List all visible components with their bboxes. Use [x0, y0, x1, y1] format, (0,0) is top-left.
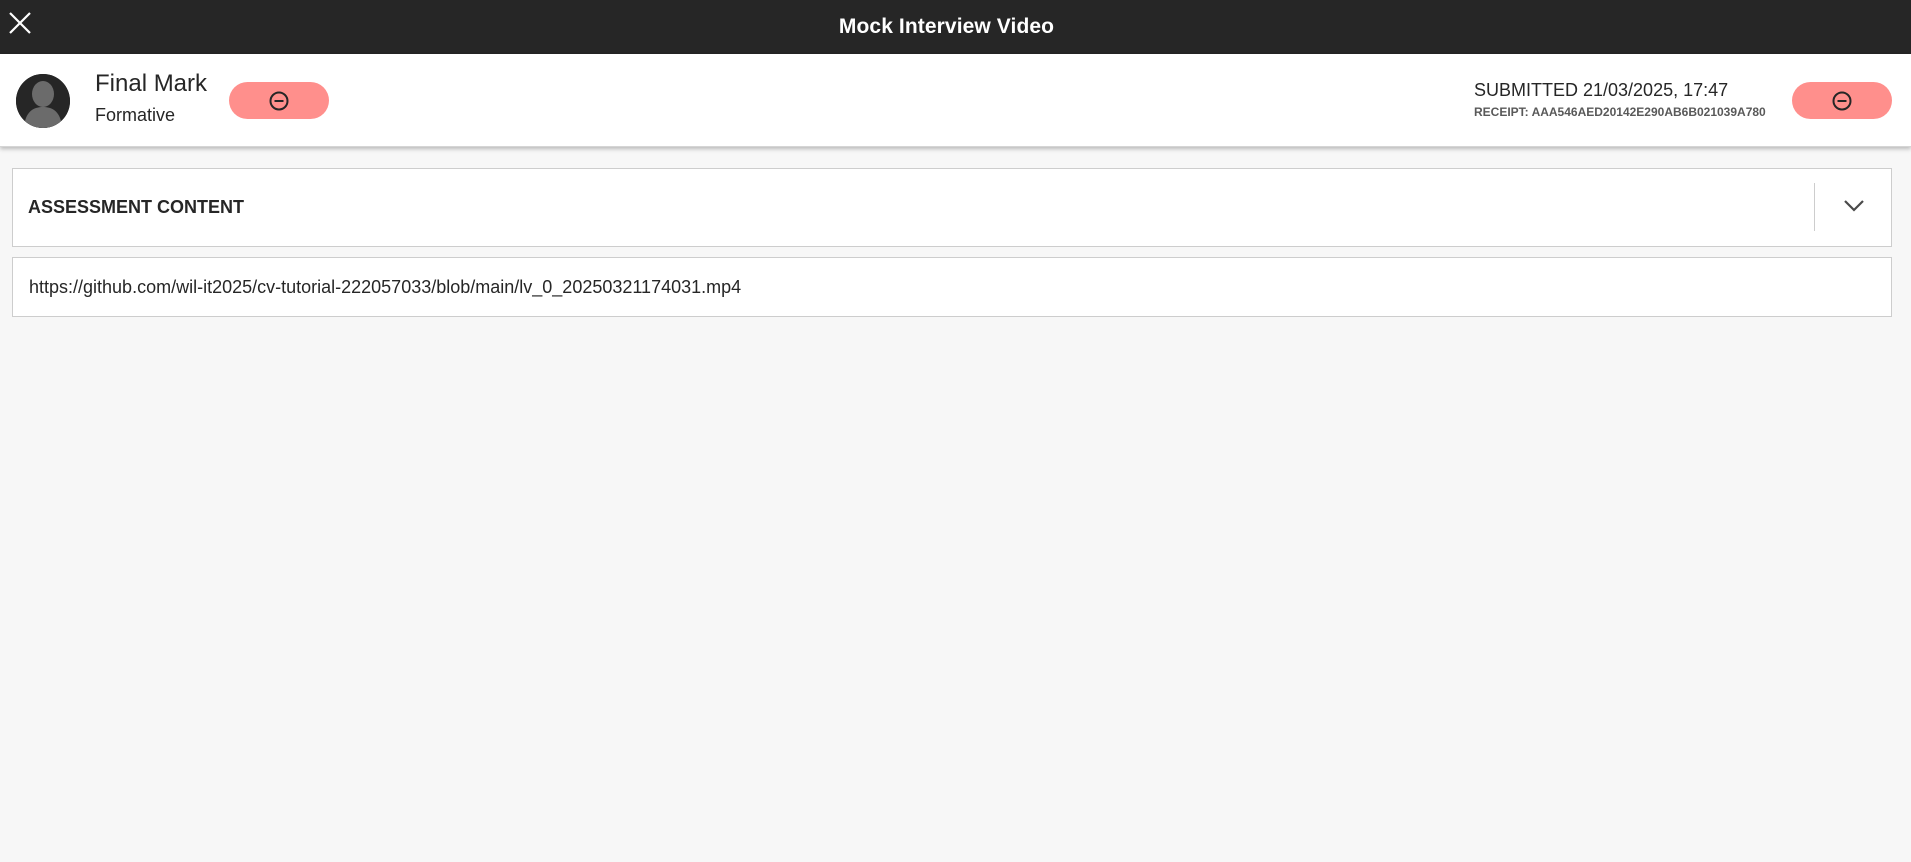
close-button[interactable] — [6, 9, 34, 37]
close-icon — [9, 12, 31, 34]
receipt-id: RECEIPT: AAA546AED20142E290AB6B021039A78… — [1474, 105, 1766, 119]
submission-header: Final Mark Formative SUBMITTED 21/03/202… — [0, 54, 1911, 147]
chevron-down-icon — [1844, 200, 1864, 212]
assessment-content-accordion[interactable]: ASSESSMENT CONTENT — [12, 168, 1892, 247]
submission-status-button[interactable] — [1792, 82, 1892, 119]
grade-status-button[interactable] — [229, 82, 329, 119]
minus-circle-icon — [269, 91, 289, 110]
submission-content: https://github.com/wil-it2025/cv-tutoria… — [12, 257, 1892, 317]
accordion-title: ASSESSMENT CONTENT — [28, 197, 245, 217]
expand-toggle-button[interactable] — [1839, 191, 1869, 221]
top-bar: Mock Interview Video — [0, 0, 1911, 54]
assessment-type-label: Formative — [95, 105, 176, 125]
page-title: Mock Interview Video — [838, 15, 1055, 38]
submission-link[interactable]: https://github.com/wil-it2025/cv-tutoria… — [29, 277, 741, 298]
final-mark-label: Final Mark — [95, 70, 208, 97]
avatar — [16, 74, 70, 128]
user-avatar-icon — [16, 74, 70, 128]
divider — [1814, 183, 1815, 231]
submitted-timestamp: SUBMITTED 21/03/2025, 17:47 — [1474, 80, 1729, 100]
minus-circle-icon — [1832, 91, 1852, 110]
